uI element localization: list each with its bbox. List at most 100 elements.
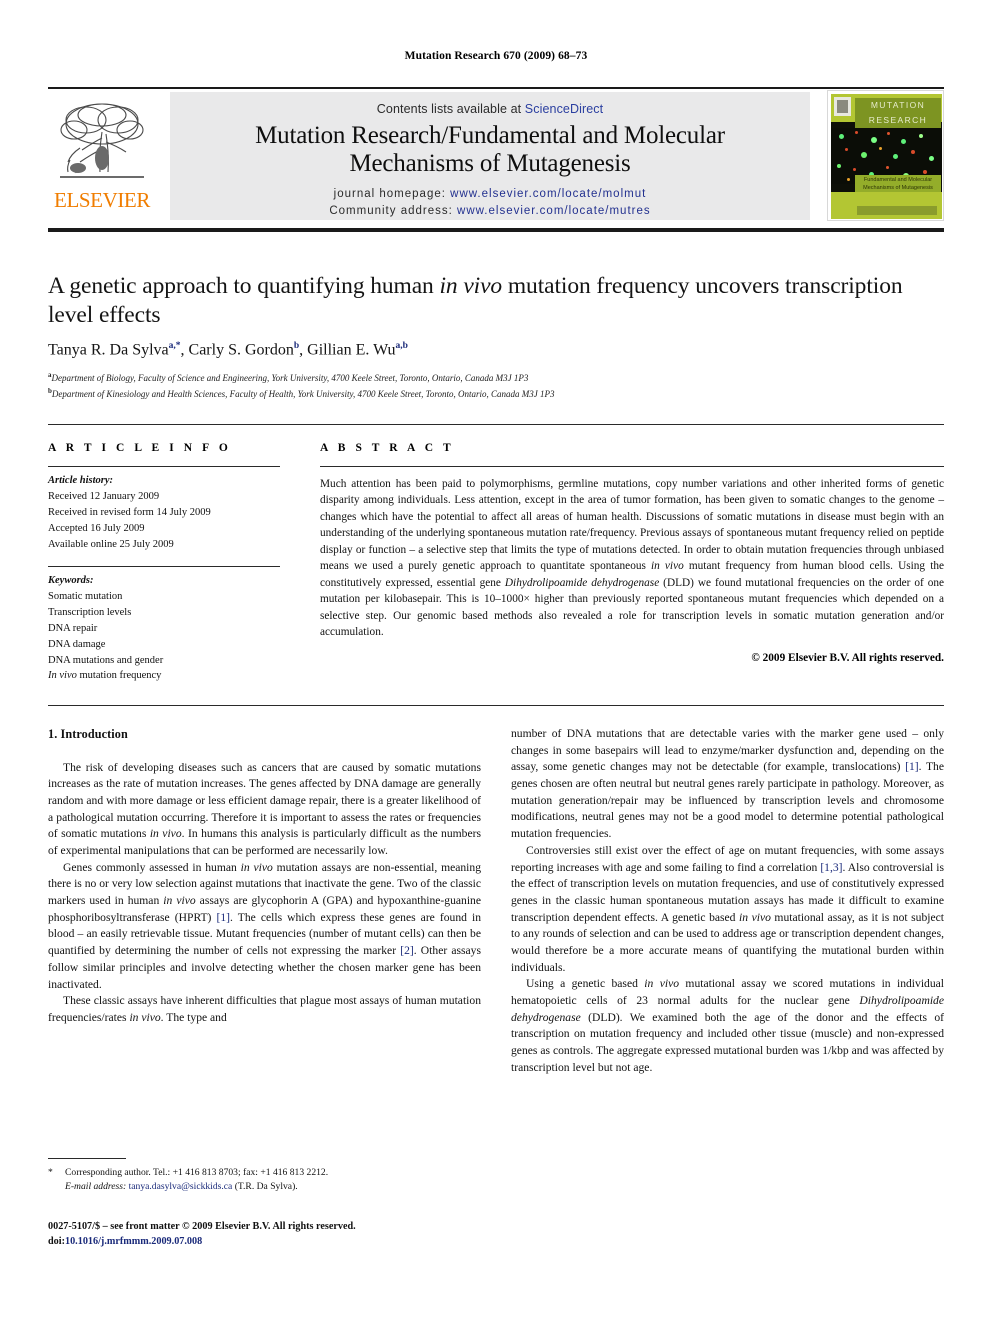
author-name: Carly S. Gordon: [188, 341, 294, 359]
author-name: Tanya R. Da Sylva: [48, 341, 169, 359]
abstract-part-1: Much attention has been paid to polymorp…: [320, 478, 944, 573]
author-affil-mark: a,b: [395, 341, 408, 351]
contents-available-line: Contents lists available at ScienceDirec…: [170, 102, 810, 116]
affiliation-item: aDepartment of Biology, Faculty of Scien…: [48, 370, 928, 386]
elsevier-wordmark: ELSEVIER: [54, 188, 150, 212]
italic-invivo: in vivo: [163, 894, 196, 908]
italic-invivo: in vivo: [644, 977, 680, 991]
doi-line: doi:10.1016/j.mrfmmm.2009.07.008: [48, 1234, 508, 1249]
keyword-item: DNA mutations and gender: [48, 654, 164, 666]
cover-subtitle: Fundamental and Molecular Mechanisms of …: [855, 175, 941, 192]
italic-invivo: in vivo: [149, 827, 182, 841]
journal-urls: journal homepage: www.elsevier.com/locat…: [170, 186, 810, 219]
cover-subtitle-line1: Fundamental and Molecular: [863, 177, 933, 183]
paragraph: Genes commonly assessed in human in vivo…: [48, 860, 481, 994]
journal-title: Mutation Research/Fundamental and Molecu…: [170, 122, 810, 178]
abstract-italic-gene: Dihydrolipoamide dehydrogenase: [504, 576, 660, 589]
title-italic: in vivo: [439, 273, 503, 299]
author-name: Gillian E. Wu: [307, 341, 396, 359]
journal-banner: ELSEVIER Contents lists available at Sci…: [48, 90, 944, 221]
history-item: Available online 25 July 2009: [48, 538, 174, 550]
banner-center: Contents lists available at ScienceDirec…: [170, 92, 810, 220]
doi-link[interactable]: 10.1016/j.mrfmmm.2009.07.008: [65, 1236, 202, 1247]
para-text: These classic assays have inherent diffi…: [48, 994, 481, 1024]
italic-invivo: in vivo: [129, 1010, 161, 1024]
abstract-rule: [320, 466, 944, 467]
keywords-rule: [48, 565, 280, 567]
cover-title-line1: MUTATION: [870, 100, 926, 110]
body-column-left: 1. Introduction The risk of developing d…: [48, 726, 481, 1027]
doi-label: doi:: [48, 1236, 65, 1248]
community-address-link[interactable]: www.elsevier.com/locate/mutres: [457, 205, 651, 217]
paragraph: These classic assays have inherent diffi…: [48, 993, 481, 1026]
paper-page: Mutation Research 670 (2009) 68–73 ELSEV…: [0, 0, 992, 1323]
abstract-text: Much attention has been paid to polymorp…: [320, 476, 944, 641]
email-link[interactable]: tanya.dasylva@sickkids.ca: [129, 1181, 233, 1192]
issn-copyright-line: 0027-5107/$ – see front matter © 2009 El…: [48, 1221, 356, 1232]
keyword-rest: mutation frequency: [76, 670, 162, 682]
para-text: Genes commonly assessed in human: [63, 860, 241, 874]
author-affil-mark: a,*: [168, 341, 181, 351]
keyword-item: Somatic mutation: [48, 590, 123, 602]
abstract-bottom-rule: [48, 705, 944, 706]
paragraph: The risk of developing diseases such as …: [48, 760, 481, 860]
sciencedirect-link[interactable]: ScienceDirect: [525, 102, 603, 116]
citation-link[interactable]: [1]: [216, 911, 230, 924]
keyword-item: DNA repair: [48, 622, 98, 634]
running-head: Mutation Research 670 (2009) 68–73: [404, 50, 588, 62]
history-item: Received 12 January 2009: [48, 490, 160, 502]
journal-homepage-link[interactable]: www.elsevier.com/locate/molmut: [450, 188, 646, 200]
affiliation-text: Department of Kinesiology and Health Sci…: [51, 388, 555, 399]
paragraph: Controversies still exist over the effec…: [511, 843, 944, 977]
info-top-rule: [48, 424, 944, 425]
footnote-rule: [48, 1158, 126, 1159]
page-title: A genetic approach to quantifying human …: [48, 272, 928, 329]
contents-prefix: Contents lists available at: [376, 102, 525, 116]
journal-title-line2: Mechanisms of Mutagenesis: [349, 150, 631, 177]
corresponding-author-text: Corresponding author. Tel.: +1 416 813 8…: [65, 1167, 329, 1178]
affiliation-list: aDepartment of Biology, Faculty of Scien…: [48, 370, 928, 402]
article-info-heading: A R T I C L E I N F O: [48, 442, 232, 454]
banner-top-rule: [48, 87, 944, 89]
history-item: Accepted 16 July 2009: [48, 522, 145, 534]
author-affil-mark: b: [293, 341, 300, 351]
community-address-row: Community address: www.elsevier.com/loca…: [170, 203, 810, 220]
elsevier-logo: ELSEVIER: [48, 92, 156, 220]
article-history-label: Article history:: [48, 475, 114, 486]
paragraph: number of DNA mutations that are detecta…: [511, 726, 944, 843]
keyword-item: Transcription levels: [48, 606, 132, 618]
journal-title-line1: Mutation Research/Fundamental and Molecu…: [255, 122, 725, 149]
citation-link[interactable]: [1]: [905, 760, 919, 773]
history-item: Received in revised form 14 July 2009: [48, 506, 211, 518]
citation-link[interactable]: [1,3]: [820, 861, 842, 874]
keyword-italic: In vivo: [48, 670, 77, 682]
imprint-block: 0027-5107/$ – see front matter © 2009 El…: [48, 1219, 508, 1250]
italic-invivo: in vivo: [240, 860, 273, 874]
email-label: E-mail address:: [65, 1181, 127, 1193]
footnote-text: Corresponding author. Tel.: +1 416 813 8…: [48, 1166, 481, 1195]
article-info-column: A R T I C L E I N F O Article history: R…: [48, 442, 280, 684]
cover-subtitle-line2: Mechanisms of Mutagenesis: [863, 185, 933, 191]
keyword-item: DNA damage: [48, 638, 106, 650]
citation-link[interactable]: [2]: [400, 944, 414, 957]
para-text: number of DNA mutations that are detecta…: [511, 727, 944, 774]
affiliation-text: Department of Biology, Faculty of Scienc…: [51, 373, 529, 383]
section-heading-introduction: 1. Introduction: [48, 727, 128, 741]
journal-homepage-label: journal homepage:: [333, 188, 446, 200]
abstract-heading: A B S T R A C T: [320, 442, 455, 454]
cover-bottom-band: [831, 192, 942, 219]
elsevier-tree-icon: [60, 103, 144, 178]
body-column-right: number of DNA mutations that are detecta…: [511, 726, 944, 1076]
banner-bottom-rule: [48, 228, 944, 232]
cover-footer-bar: [857, 206, 937, 215]
italic-invivo: in vivo: [739, 910, 771, 924]
abstract-italic-invivo: in vivo: [651, 560, 684, 573]
cover-title: MUTATION RESEARCH: [855, 98, 941, 128]
corresponding-author-footnote: * Corresponding author. Tel.: +1 416 813…: [48, 1166, 481, 1195]
community-address-label: Community address:: [329, 204, 453, 217]
para-text: . The type and: [160, 1010, 227, 1024]
journal-cover-thumbnail: MUTATION RESEARCH Fundamental and Molecu…: [827, 90, 944, 221]
para-text: Using a genetic based: [526, 977, 645, 991]
abstract-column: A B S T R A C T Much attention has been …: [320, 442, 944, 664]
journal-homepage-row: journal homepage: www.elsevier.com/locat…: [170, 186, 810, 203]
